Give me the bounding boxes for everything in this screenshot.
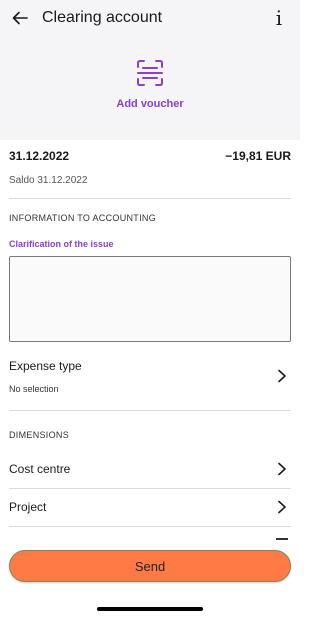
dimensions-section-title: DIMENSIONS: [9, 430, 70, 440]
divider: [9, 410, 291, 411]
transaction-amount: −19,81 EUR: [225, 149, 291, 163]
add-voucher-button[interactable]: Add voucher: [0, 58, 300, 110]
header-area: Clearing account i Add voucher: [0, 0, 300, 140]
scan-document-icon: [137, 60, 163, 86]
divider: [9, 526, 291, 527]
divider: [9, 488, 291, 489]
cost-centre-label: Cost centre: [9, 462, 71, 476]
project-label: Project: [9, 500, 47, 514]
chevron-right-icon: [278, 500, 286, 514]
cost-centre-row[interactable]: Cost centre: [0, 452, 300, 488]
nav-bar: Clearing account i: [0, 0, 300, 38]
back-button[interactable]: [8, 6, 32, 30]
expense-type-label: Expense type: [9, 359, 82, 373]
clarification-textarea[interactable]: [9, 256, 291, 342]
chevron-right-icon: [278, 369, 286, 383]
saldo-text: Saldo 31.12.2022: [9, 175, 88, 186]
project-row[interactable]: Project: [0, 490, 300, 526]
arrow-left-icon: [12, 11, 28, 25]
page-title: Clearing account: [42, 9, 163, 26]
clarification-label: Clarification of the issue: [9, 239, 114, 249]
info-button[interactable]: i: [270, 6, 288, 30]
send-button[interactable]: Send: [9, 550, 291, 582]
divider: [9, 198, 291, 199]
accounting-section-title: INFORMATION TO ACCOUNTING: [9, 213, 157, 223]
home-indicator[interactable]: [97, 607, 203, 611]
info-icon: i: [275, 6, 283, 30]
chevron-right-icon: [278, 462, 286, 476]
transaction-date: 31.12.2022: [9, 149, 70, 163]
expense-type-value: No selection: [9, 384, 59, 394]
add-voucher-label: Add voucher: [116, 98, 184, 110]
expense-type-row[interactable]: Expense type No selection: [0, 352, 300, 410]
